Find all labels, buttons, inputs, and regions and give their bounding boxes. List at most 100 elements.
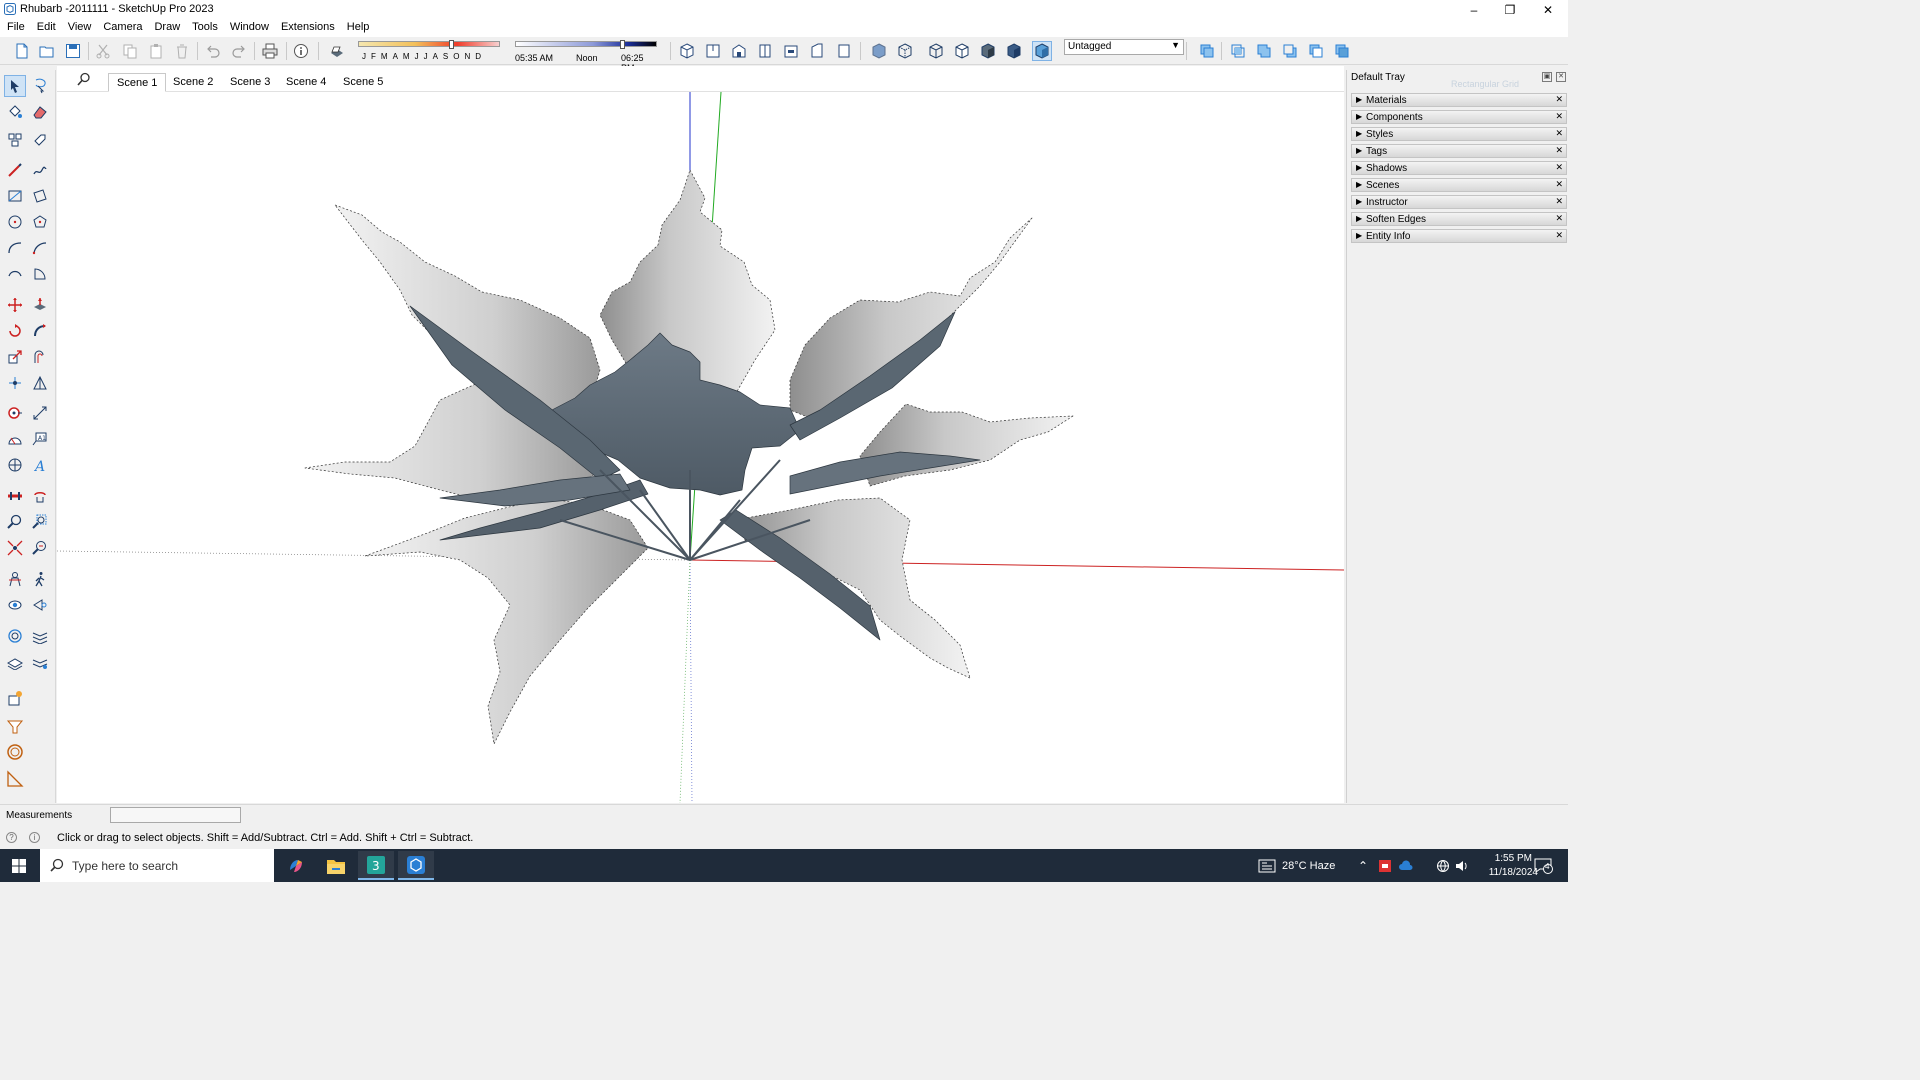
freehand-tool-icon[interactable] xyxy=(29,159,51,181)
cloud-sync-icon[interactable] xyxy=(1398,849,1414,882)
notification-center-icon[interactable]: 4 xyxy=(1534,849,1554,882)
sketchup-app-icon[interactable] xyxy=(398,851,434,880)
close-panel-icon[interactable]: ✕ xyxy=(1555,213,1563,224)
scale-tool-icon[interactable] xyxy=(4,346,26,368)
back-view-icon[interactable] xyxy=(781,41,801,61)
extension-warehouse-icon[interactable] xyxy=(4,715,26,737)
paint-bucket-icon[interactable] xyxy=(4,101,26,123)
tab-scene-1[interactable]: Scene 1 xyxy=(108,73,167,92)
wireframe-style-icon[interactable] xyxy=(926,41,946,61)
menu-edit[interactable]: Edit xyxy=(33,19,60,37)
close-panel-icon[interactable]: ✕ xyxy=(1555,230,1563,241)
system-clock[interactable]: 1:55 PM 11/18/2024 xyxy=(1489,852,1538,880)
monochrome-style-icon[interactable] xyxy=(1032,41,1052,61)
credits-icon[interactable]: i xyxy=(29,832,40,843)
erase-delete-icon[interactable] xyxy=(172,41,192,61)
tab-scene-3[interactable]: Scene 3 xyxy=(222,73,278,92)
sandbox-from-contours-icon[interactable] xyxy=(4,625,26,647)
panel-styles[interactable]: ▶ Styles ✕ xyxy=(1351,127,1567,141)
print-icon[interactable] xyxy=(260,41,280,61)
new-file-icon[interactable] xyxy=(12,41,32,61)
sandbox-stamp-icon[interactable] xyxy=(4,651,26,673)
tag-eraser-icon[interactable] xyxy=(29,129,51,151)
text-tool-icon[interactable]: A1 xyxy=(29,428,51,450)
offset-tool-icon[interactable] xyxy=(29,346,51,368)
lasso-select-icon[interactable] xyxy=(29,75,51,97)
shaded-textures-style-icon[interactable] xyxy=(1004,41,1024,61)
position-texture-icon[interactable] xyxy=(29,372,51,394)
back-edges-style-icon[interactable] xyxy=(895,41,915,61)
pin-tray-icon[interactable]: ▣ xyxy=(1542,72,1552,82)
maximize-button[interactable]: ❐ xyxy=(1492,0,1528,19)
tab-scene-2[interactable]: Scene 2 xyxy=(165,73,221,92)
panel-materials[interactable]: ▶ Materials ✕ xyxy=(1351,93,1567,107)
polygon-tool-icon[interactable] xyxy=(29,211,51,233)
close-panel-icon[interactable]: ✕ xyxy=(1555,94,1563,105)
leaf-upper-right[interactable] xyxy=(789,217,1033,421)
close-panel-icon[interactable]: ✕ xyxy=(1555,145,1563,156)
pie-tool-icon[interactable] xyxy=(29,263,51,285)
cut-icon[interactable] xyxy=(93,41,113,61)
close-panel-icon[interactable]: ✕ xyxy=(1555,179,1563,190)
menu-draw[interactable]: Draw xyxy=(150,19,184,37)
close-panel-icon[interactable]: ✕ xyxy=(1555,196,1563,207)
search-icon[interactable] xyxy=(77,72,91,86)
leaf-lower-right[interactable] xyxy=(734,497,971,679)
tab-scene-5[interactable]: Scene 5 xyxy=(335,73,391,92)
axes-tool-icon[interactable] xyxy=(4,454,26,476)
two-point-arc-icon[interactable] xyxy=(29,237,51,259)
right-view-icon[interactable] xyxy=(755,41,775,61)
eraser-icon[interactable] xyxy=(29,101,51,123)
arc-tool-icon[interactable] xyxy=(4,237,26,259)
section-plane-icon[interactable] xyxy=(4,485,26,507)
orbit-hand-icon[interactable] xyxy=(29,485,51,507)
menu-tools[interactable]: Tools xyxy=(188,19,222,37)
union-icon[interactable] xyxy=(1254,41,1274,61)
month-slider-thumb[interactable] xyxy=(449,40,455,49)
model-info-icon[interactable] xyxy=(291,41,311,61)
xray-style-icon[interactable] xyxy=(869,41,889,61)
rhubarb-model[interactable] xyxy=(304,169,1074,745)
shadow-time-slider[interactable]: 05:35 AM Noon 06:25 PM xyxy=(515,40,659,73)
zoom-tool-icon[interactable] xyxy=(4,511,26,533)
menu-extensions[interactable]: Extensions xyxy=(277,19,339,37)
intersect-icon[interactable] xyxy=(1228,41,1248,61)
bottom-view-icon[interactable] xyxy=(834,41,854,61)
chevron-up-icon[interactable]: ⌃ xyxy=(1358,849,1368,882)
walk-tool-icon[interactable] xyxy=(29,568,51,590)
zoom-extents-icon[interactable] xyxy=(4,537,26,559)
menu-camera[interactable]: Camera xyxy=(99,19,146,37)
sketchup-alt-app-icon[interactable]: 3 xyxy=(358,851,394,880)
3d-text-icon[interactable]: A xyxy=(29,454,51,476)
make-component-icon[interactable] xyxy=(4,129,26,151)
leaf-blade-center-right[interactable] xyxy=(789,451,981,495)
rectangle-tool-icon[interactable] xyxy=(4,185,26,207)
close-tray-icon[interactable]: ✕ xyxy=(1556,72,1566,82)
copilot-icon[interactable] xyxy=(278,851,314,880)
sandbox-smoove-icon[interactable] xyxy=(29,625,51,647)
undo-icon[interactable] xyxy=(203,41,223,61)
globe-network-icon[interactable] xyxy=(1436,849,1450,882)
warehouse-icon[interactable] xyxy=(4,687,26,709)
split-icon[interactable] xyxy=(1332,41,1352,61)
previous-view-icon[interactable] xyxy=(29,537,51,559)
save-icon[interactable] xyxy=(63,41,83,61)
shadow-month-slider[interactable]: JFMAMJJASOND xyxy=(358,40,502,63)
file-explorer-icon[interactable] xyxy=(318,851,354,880)
hidden-line-style-icon[interactable] xyxy=(952,41,972,61)
outer-shell-icon[interactable] xyxy=(1197,41,1217,61)
menu-help[interactable]: Help xyxy=(343,19,374,37)
protractor-icon[interactable] xyxy=(4,428,26,450)
advanced-camera-icon[interactable] xyxy=(29,594,51,616)
trim-icon[interactable] xyxy=(1306,41,1326,61)
circle-tool-icon[interactable] xyxy=(4,211,26,233)
menu-window[interactable]: Window xyxy=(226,19,273,37)
minimize-button[interactable]: – xyxy=(1456,0,1492,19)
open-folder-icon[interactable] xyxy=(37,41,57,61)
menu-file[interactable]: File xyxy=(3,19,29,37)
paste-icon[interactable] xyxy=(146,41,166,61)
weather-widget[interactable]: 28°C Haze xyxy=(1258,849,1335,882)
follow-me-icon[interactable] xyxy=(29,320,51,342)
speaker-icon[interactable] xyxy=(1455,849,1469,882)
front-view-icon[interactable] xyxy=(729,41,749,61)
